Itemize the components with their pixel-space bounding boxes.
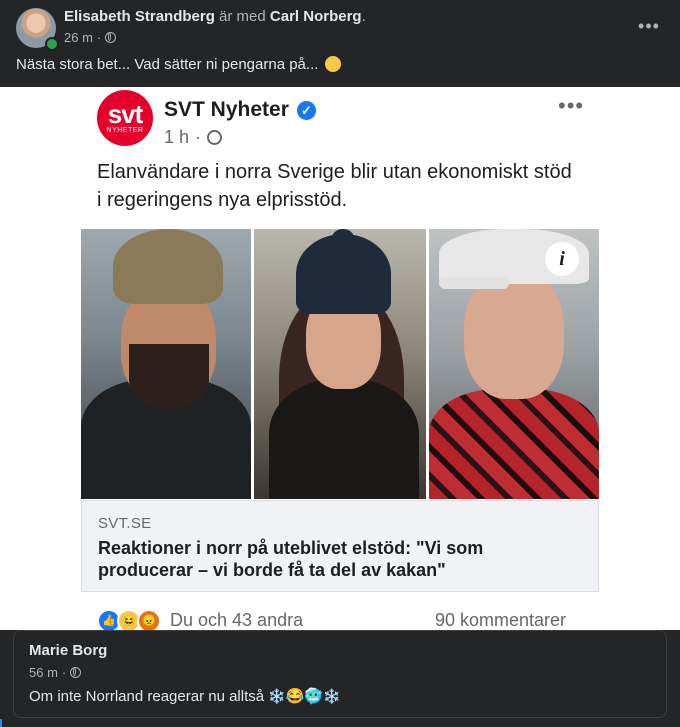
with-text: är med (219, 8, 266, 25)
snowflake-icon: ❄️ (268, 688, 286, 704)
shared-meta: 1 h · (164, 127, 223, 148)
comment: Marie Borg 56 m · Om inte Norrland reage… (13, 630, 667, 718)
bottom-accent-bar (0, 719, 2, 727)
comment-text: Om inte Norrland reagerar nu alltså ❄️😂🥶… (29, 687, 341, 705)
shared-more-icon: ••• (558, 93, 585, 118)
post-meta: 26 m · (64, 30, 117, 45)
snowflake-icon: ❄️ (323, 688, 341, 704)
more-options-button[interactable]: ••• (634, 8, 664, 44)
news-image: i (81, 229, 599, 499)
link-domain: SVT.SE (98, 515, 152, 532)
post-time[interactable]: 26 m (64, 30, 93, 45)
source-name-text: SVT Nyheter (164, 98, 289, 121)
reactions-count: Du och 43 andra (170, 610, 304, 630)
cold-face-icon: 🥶 (304, 688, 324, 705)
comment-meta: 56 m · (29, 665, 82, 680)
laughing-icon: 😂 (285, 688, 305, 705)
comment-author[interactable]: Marie Borg (29, 642, 107, 659)
author-line: Elisabeth Strandberg är med Carl Norberg… (64, 8, 366, 25)
comment-text-body: Om inte Norrland reagerar nu alltså (29, 688, 265, 705)
post-header: Elisabeth Strandberg är med Carl Norberg… (0, 0, 680, 54)
post-text-body: Nästa stora bet... Vad sätter ni pengarn… (16, 56, 319, 73)
info-icon: i (545, 242, 579, 276)
globe-icon (70, 667, 82, 678)
author-name[interactable]: Elisabeth Strandberg (64, 8, 215, 25)
photo-woman-beanie (254, 229, 426, 499)
shared-source-name: SVT Nyheter ✓ (164, 98, 316, 122)
svt-logo: svt NYHETER (97, 90, 153, 146)
svt-logo-text: svt (107, 99, 144, 129)
comments-count: 90 kommentarer (435, 610, 567, 630)
post-text: Nästa stora bet... Vad sätter ni pengarn… (16, 55, 341, 75)
online-status-dot (45, 37, 59, 51)
comment-time[interactable]: 56 m (29, 665, 58, 680)
globe-icon (105, 32, 117, 43)
globe-icon (207, 130, 223, 145)
shared-time: 1 h (164, 127, 190, 147)
tagged-user[interactable]: Carl Norberg (270, 8, 362, 25)
link-title: Reaktioner i norr på uteblivet elstöd: "… (98, 538, 484, 580)
verified-badge-icon: ✓ (296, 100, 316, 120)
smirk-emoji-icon (324, 56, 341, 72)
photo-man-beanie (81, 229, 251, 499)
link-preview: SVT.SE Reaktioner i norr på uteblivet el… (81, 500, 599, 592)
svt-logo-subtext: NYHETER (106, 127, 144, 134)
shared-post-text: Elanvändare i norra Sverige blir utan ek… (97, 161, 572, 211)
